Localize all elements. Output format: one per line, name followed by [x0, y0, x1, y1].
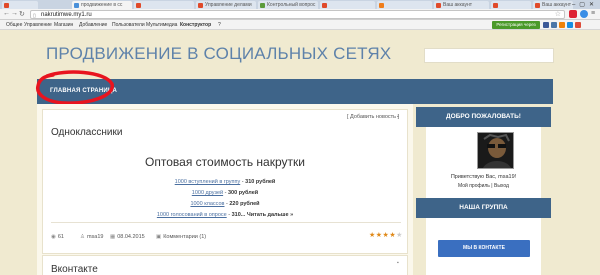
tab-favicon-icon: [379, 3, 384, 8]
admin-item[interactable]: Добавление: [79, 22, 107, 28]
search-input[interactable]: [424, 48, 554, 63]
back-icon[interactable]: ←: [3, 10, 10, 17]
page-icon: ▯: [33, 13, 36, 19]
entry-title[interactable]: Вконтакте: [51, 264, 98, 275]
tab-favicon-icon: [535, 3, 540, 8]
admin-item[interactable]: Мультимедиа: [146, 22, 177, 28]
menu-icon[interactable]: ≡: [591, 10, 595, 17]
window-controls[interactable]: –▢✕: [572, 1, 598, 8]
browser-tab[interactable]: [320, 1, 375, 9]
admin-item[interactable]: ?: [218, 22, 221, 28]
entry-title[interactable]: Одноклассники: [51, 127, 122, 138]
forward-icon[interactable]: →: [11, 10, 18, 17]
post-date: ▦ 08.04.2015: [110, 234, 145, 240]
admin-item[interactable]: Общее: [6, 22, 22, 28]
price-line: 1000 друзей - 300 рублей: [191, 190, 259, 196]
skype-icon[interactable]: [580, 10, 588, 18]
price-line: 1000 вступлений в группу - 310 рублей: [174, 179, 276, 185]
content-column: [ Добавить новость ] ▪ Одноклассники Опт…: [37, 104, 413, 275]
address-bar-row: ← → ↻ ▯ nakrutimwe.my1.ru ☆ ≡: [0, 9, 600, 20]
sidebar: ДОБРО ПОЖАЛОВАТЬ! Приветствую Вас, msa19…: [414, 104, 553, 275]
price-link[interactable]: 1000 классов: [190, 201, 224, 207]
tab-favicon-icon: [4, 3, 9, 8]
avatar-image: [478, 133, 513, 168]
login-box: Приветствую Вас, msa19! Мой профиль | Вы…: [426, 127, 541, 198]
views-count: ◉ 61: [51, 234, 64, 240]
price-value: 310 рублей: [245, 179, 276, 185]
browser-tab[interactable]: [2, 1, 38, 9]
browser-tab[interactable]: Ваш аккаунт: [533, 1, 573, 9]
user-icon: ♙: [80, 234, 85, 240]
admin-item[interactable]: Управление: [24, 22, 52, 28]
news-entry: [ Добавить новость ] ▪ Одноклассники Опт…: [42, 109, 408, 254]
browser-tab[interactable]: [491, 1, 531, 9]
google-icon[interactable]: [575, 22, 581, 28]
entry-menu-icon[interactable]: ▪: [397, 260, 399, 266]
price-value: 220 рублей: [229, 201, 260, 207]
browser-tab-bar: продвижение в сс Управление делами Контр…: [0, 0, 600, 9]
price-line: 1000 голосований в опросе - 310... Читат…: [156, 212, 294, 218]
price-link[interactable]: 1000 друзей: [192, 190, 223, 196]
browser-tab-active[interactable]: продвижение в сс: [72, 1, 132, 9]
comments-link[interactable]: ▣ Комментарии (1): [156, 234, 206, 240]
tab-favicon-icon: [74, 3, 79, 8]
tab-favicon-icon: [136, 3, 141, 8]
add-news-link[interactable]: [ Добавить новость ]: [347, 114, 399, 120]
browser-tab[interactable]: Контрольный вопрос: [258, 1, 318, 9]
read-more-link[interactable]: 310... Читать дальше »: [232, 212, 294, 218]
rating-stars[interactable]: ★★★★★: [369, 231, 403, 239]
tab-favicon-icon: [260, 3, 265, 8]
news-entry: ▪ Вконтакте: [42, 255, 408, 275]
price-link[interactable]: 1000 голосований в опросе: [157, 212, 227, 218]
browser-tab[interactable]: [134, 1, 194, 9]
tab-favicon-icon: [198, 3, 203, 8]
reload-icon[interactable]: ↻: [19, 10, 25, 18]
admin-item[interactable]: Конструктор: [180, 22, 211, 28]
divider: [51, 222, 401, 223]
logout-link[interactable]: Выход: [494, 183, 509, 189]
red-annotation-circle: [36, 70, 114, 105]
eye-icon: ◉: [51, 234, 56, 240]
facebook-icon[interactable]: [543, 22, 549, 28]
price-line: 1000 классов - 220 рублей: [190, 201, 260, 207]
author[interactable]: ♙ msa19: [80, 234, 103, 240]
welcome-heading: ДОБРО ПОЖАЛОВАТЬ!: [416, 107, 551, 127]
vk-group-button[interactable]: МЫ В КОНТАКТЕ: [438, 240, 530, 257]
group-box: МЫ В КОНТАКТЕ: [426, 218, 541, 275]
mailru-icon[interactable]: [567, 22, 573, 28]
greeting: Приветствую Вас, msa19!: [450, 174, 517, 180]
admin-item[interactable]: Магазин: [54, 22, 73, 28]
odnoklassniki-icon[interactable]: [559, 22, 565, 28]
group-heading: НАША ГРУППА: [416, 198, 551, 218]
vk-icon[interactable]: [551, 22, 557, 28]
tab-favicon-icon: [322, 3, 327, 8]
site-title[interactable]: ПРОДВИЖЕНИЕ В СОЦИАЛЬНЫХ СЕТЯХ: [46, 44, 391, 64]
browser-tab[interactable]: Управление делами: [196, 1, 256, 9]
browser-tab[interactable]: Ваш аккаунт: [434, 1, 489, 9]
tab-favicon-icon: [436, 3, 441, 8]
profile-links: Мой профиль | Выход: [458, 183, 509, 189]
username[interactable]: msa19: [498, 174, 515, 180]
price-link[interactable]: 1000 вступлений в группу: [175, 179, 241, 185]
profile-link[interactable]: Мой профиль: [458, 183, 490, 189]
tab-favicon-icon: [493, 3, 498, 8]
comment-icon: ▣: [156, 234, 162, 240]
calendar-icon: ▦: [110, 234, 116, 240]
admin-bar: Общее Управление Магазин Добавление Поль…: [0, 20, 600, 30]
avatar[interactable]: [477, 132, 514, 169]
bookmark-star-icon[interactable]: ☆: [555, 11, 561, 19]
extension-icon[interactable]: [569, 10, 577, 18]
register-via-button[interactable]: Регистрация через: [492, 21, 540, 29]
entry-heading: Оптовая стоимость накрутки: [145, 155, 305, 169]
url-field[interactable]: ▯ nakrutimwe.my1.ru ☆: [30, 10, 565, 19]
browser-tab[interactable]: [377, 1, 432, 9]
entry-menu-icon[interactable]: ▪: [397, 114, 399, 120]
admin-item[interactable]: Пользователи: [112, 22, 145, 28]
price-value: 300 рублей: [228, 190, 259, 196]
